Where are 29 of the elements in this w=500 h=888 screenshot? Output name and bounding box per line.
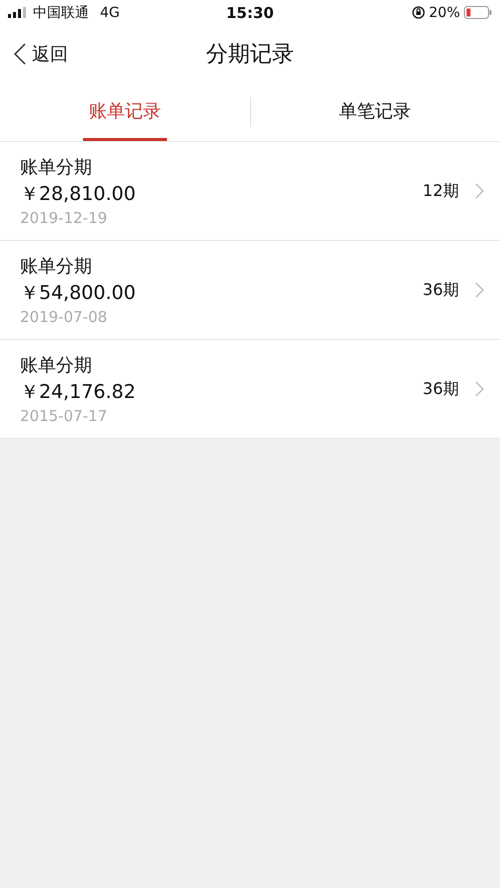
record-amount: ￥24,176.82 <box>20 380 137 405</box>
chevron-right-icon <box>475 381 484 397</box>
battery-icon <box>464 6 492 19</box>
record-row[interactable]: 账单分期 ￥54,800.00 2019-07-08 36期 <box>0 241 500 340</box>
signal-icon <box>8 7 28 18</box>
rotation-lock-icon <box>412 6 425 19</box>
record-row[interactable]: 账单分期 ￥24,176.82 2015-07-17 36期 <box>0 340 500 439</box>
chevron-left-icon <box>14 43 26 65</box>
record-amount: ￥28,810.00 <box>20 182 137 207</box>
page-title: 分期记录 <box>206 41 294 69</box>
period-count: 36期 <box>422 280 459 300</box>
record-title: 账单分期 <box>20 255 93 278</box>
record-amount: ￥54,800.00 <box>20 281 137 306</box>
period-count: 12期 <box>422 180 459 202</box>
carrier-name: 中国联通 <box>33 4 89 22</box>
period-count: 36期 <box>422 378 459 400</box>
record-title: 账单分期 <box>20 354 93 377</box>
record-title: 账单分期 <box>20 156 93 179</box>
record-date: 2019-07-08 <box>20 308 108 326</box>
network-type: 4G <box>100 4 120 20</box>
record-date: 2019-12-19 <box>20 209 108 227</box>
battery-percent: 20% <box>428 4 460 20</box>
record-row[interactable]: 账单分期 ￥28,810.00 2019-12-19 12期 <box>0 142 500 241</box>
chevron-right-icon <box>475 282 484 298</box>
record-date: 2015-07-17 <box>20 407 108 425</box>
tab[interactable]: 单笔记录 <box>333 83 417 141</box>
chevron-right-icon <box>475 183 484 199</box>
back-button[interactable]: 返回 <box>0 41 74 67</box>
clock-time: 15:30 <box>226 4 274 22</box>
